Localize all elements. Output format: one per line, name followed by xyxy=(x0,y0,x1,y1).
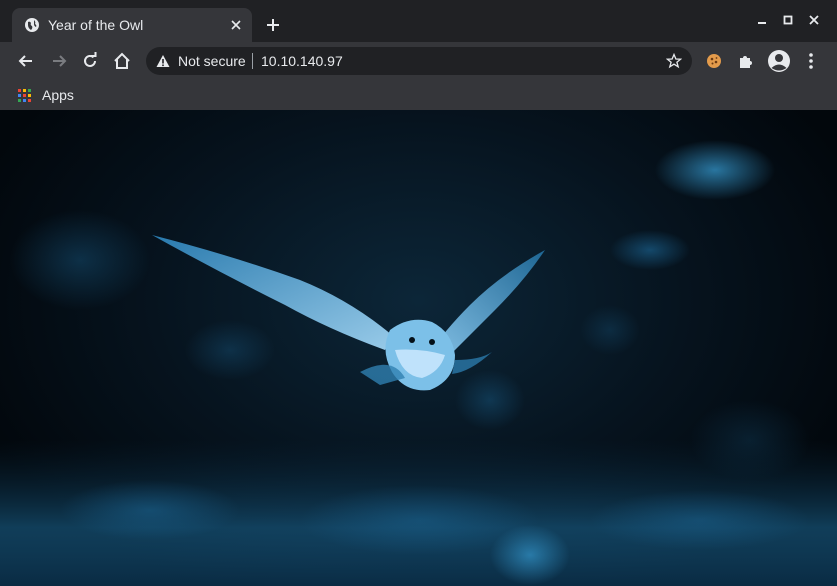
close-tab-icon[interactable] xyxy=(228,17,244,33)
bookmark-star-icon[interactable] xyxy=(666,53,682,69)
extension-cookie-icon[interactable] xyxy=(704,51,724,71)
tab-strip: Year of the Owl xyxy=(0,0,837,42)
close-window-button[interactable] xyxy=(807,13,821,27)
reload-button[interactable] xyxy=(80,51,100,71)
url-text[interactable]: 10.10.140.97 xyxy=(261,53,343,69)
extensions-puzzle-icon[interactable] xyxy=(736,51,756,71)
warning-icon[interactable] xyxy=(156,54,170,68)
new-tab-button[interactable] xyxy=(264,16,282,34)
toolbar: Not secure 10.10.140.97 xyxy=(0,42,837,80)
minimize-button[interactable] xyxy=(755,13,769,27)
tab-title: Year of the Owl xyxy=(48,17,144,33)
forward-button[interactable] xyxy=(49,51,69,71)
browser-window: Year of the Owl Not secure 10.10.140.97 … xyxy=(0,0,837,586)
apps-grid-icon xyxy=(18,89,31,102)
home-button[interactable] xyxy=(112,51,132,71)
page-content xyxy=(0,110,837,586)
owl-background-image xyxy=(0,140,837,586)
back-button[interactable] xyxy=(16,51,36,71)
apps-label: Apps xyxy=(42,87,74,103)
bookmarks-bar: Apps xyxy=(0,80,837,110)
globe-icon xyxy=(25,18,39,32)
menu-kebab-icon[interactable] xyxy=(801,51,821,71)
security-status[interactable]: Not secure xyxy=(178,53,246,69)
address-bar[interactable]: Not secure 10.10.140.97 xyxy=(146,47,692,75)
tab-year-of-the-owl[interactable]: Year of the Owl xyxy=(12,8,252,42)
divider xyxy=(252,53,253,69)
profile-avatar-icon[interactable] xyxy=(767,49,791,73)
maximize-button[interactable] xyxy=(781,13,795,27)
